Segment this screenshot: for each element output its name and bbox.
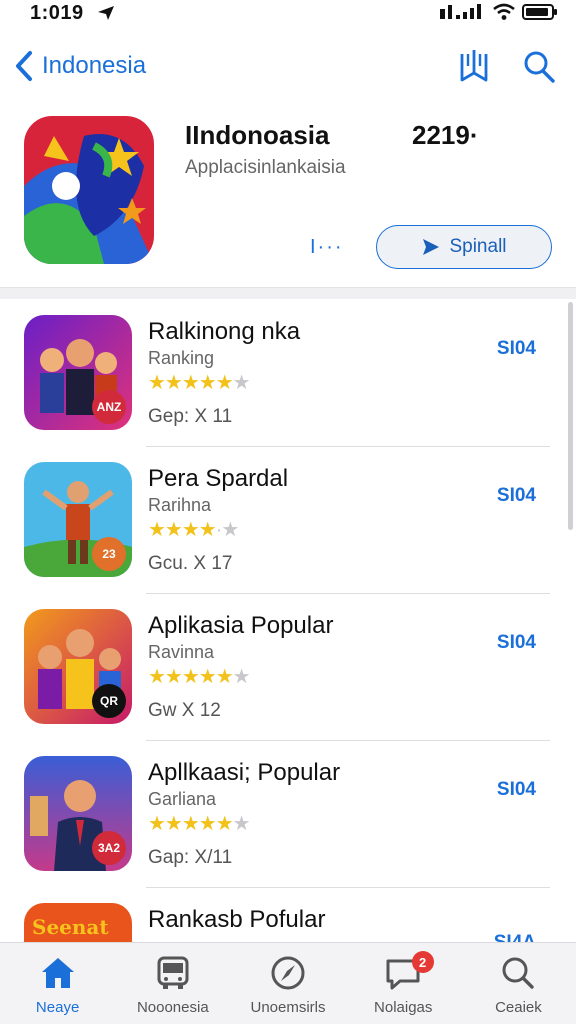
item-subtitle: Garliana: [148, 789, 217, 809]
list-item[interactable]: ANZ Ralkinong nka Ranking ★★★★★★ Gep: X …: [0, 300, 576, 447]
signal-icon: [440, 4, 481, 19]
tab-messages[interactable]: 2 Nolaigas: [346, 943, 461, 1024]
app-logo-artwork: [24, 116, 154, 264]
tab-label: Nolaigas: [374, 999, 433, 1016]
more-options-button[interactable]: I···: [310, 236, 344, 259]
battery-icon: [522, 4, 557, 20]
item-title: Aplikasia Popular: [148, 612, 334, 639]
compass-icon: [271, 956, 305, 990]
item-price-button[interactable]: SI04: [497, 632, 536, 654]
item-meta: Gw X 12: [148, 700, 221, 721]
location-arrow-icon: [98, 6, 114, 20]
nav-actions: [458, 48, 556, 84]
star-rating: ★★★★★★: [148, 813, 251, 835]
chevron-left-icon: [16, 51, 32, 81]
tab-indonesia[interactable]: Nooonesia: [115, 943, 230, 1024]
item-title: Rankasb Pofular: [148, 906, 326, 933]
notification-badge: 2: [411, 951, 434, 973]
bookmark-icon[interactable]: [458, 48, 490, 84]
item-price-button[interactable]: SI04: [497, 485, 536, 507]
star-rating: ★★★★★★: [148, 666, 251, 688]
app-thumbnail: QR: [24, 609, 132, 724]
tab-explore[interactable]: Unoemsirls: [230, 943, 345, 1024]
item-title: Ralkinong nka: [148, 318, 301, 345]
thumbnail-badge: QR: [92, 684, 126, 718]
list-item[interactable]: 3A2 Apllkaasi; Popular Garliana ★★★★★★ G…: [0, 741, 576, 888]
back-button-label: Indonesia: [42, 52, 147, 79]
item-title: Apllkaasi; Popular: [148, 759, 341, 786]
wifi-icon: [493, 3, 515, 20]
item-subtitle: Rarihna: [148, 495, 212, 515]
item-subtitle: Ranking: [148, 348, 215, 368]
item-price-button[interactable]: SI04: [497, 338, 536, 360]
tab-label: Unoemsirls: [250, 999, 326, 1016]
tab-label: Neaye: [35, 999, 80, 1016]
item-meta: Gep: X 11: [148, 406, 233, 427]
app-store-screen: 1:019 Indonesia IIndonoasia 2219· Applac…: [0, 0, 576, 1024]
tab-search[interactable]: Ceaiek: [461, 943, 576, 1024]
status-indicators: [440, 3, 558, 21]
thumbnail-badge: 23: [92, 537, 126, 571]
section-divider: [0, 287, 576, 299]
item-meta: Gap: X/11: [148, 847, 233, 868]
paper-plane-icon: [423, 239, 440, 255]
app-subtitle: Applacisinlankaisia: [185, 157, 346, 178]
app-icon: [24, 116, 154, 264]
item-title: Pera Spardal: [148, 465, 289, 492]
status-bar: 1:019: [0, 0, 576, 30]
search-icon: [502, 957, 535, 989]
tab-bar: Neaye Nooonesia Unoemsirls 2 Nolaigas Ce…: [0, 942, 576, 1024]
app-thumbnail: 3A2: [24, 756, 132, 871]
tab-home[interactable]: Neaye: [0, 943, 115, 1024]
status-time: 1:019: [30, 2, 84, 24]
star-rating: ★★★★★★: [148, 372, 251, 394]
item-subtitle: Ravinna: [148, 642, 215, 662]
thumbnail-badge: ANZ: [92, 390, 126, 424]
item-price-button[interactable]: SI04: [497, 779, 536, 801]
star-rating: ★★★★·★: [148, 519, 239, 541]
list-item[interactable]: 23 Pera Spardal Rarihna ★★★★·★ Gcu. X 17…: [0, 447, 576, 594]
bus-icon: [157, 956, 189, 989]
app-thumbnail: 23: [24, 462, 132, 577]
thumbnail-badge: 3A2: [92, 831, 126, 865]
tab-label: Nooonesia: [136, 999, 209, 1016]
thumbnail-text: Seenat: [32, 915, 109, 939]
tab-label: Ceaiek: [495, 999, 542, 1016]
app-thumbnail: ANZ: [24, 315, 132, 430]
list-item[interactable]: QR Aplikasia Popular Ravinna ★★★★★★ Gw X…: [0, 594, 576, 741]
primary-action-label: Spinall: [449, 236, 507, 257]
app-count: 2219·: [412, 120, 479, 150]
app-header: IIndonoasia 2219· Applacisinlankaisia I·…: [0, 112, 576, 287]
back-button[interactable]: Indonesia: [14, 50, 146, 82]
home-icon: [41, 958, 74, 988]
item-meta: Gcu. X 17: [148, 553, 233, 574]
primary-action-button[interactable]: Spinall: [376, 225, 552, 269]
search-icon[interactable]: [522, 48, 556, 84]
ranking-list: ANZ Ralkinong nka Ranking ★★★★★★ Gep: X …: [0, 300, 576, 1024]
app-title: IIndonoasia: [185, 120, 330, 150]
navigation-bar: Indonesia: [0, 40, 576, 96]
